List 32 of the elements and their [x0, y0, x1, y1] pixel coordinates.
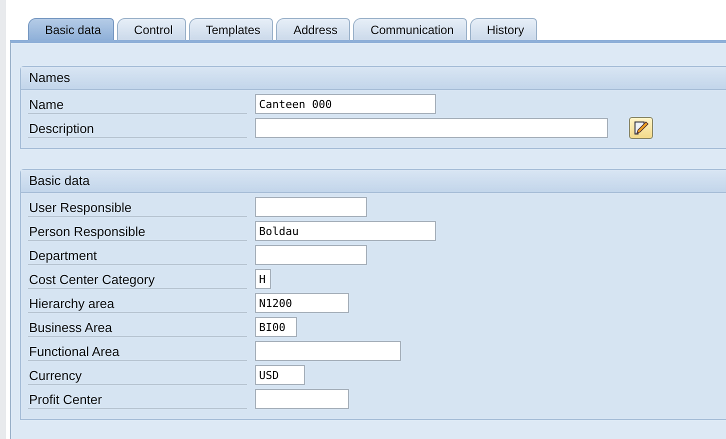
input-field[interactable]: Canteen 000	[255, 94, 436, 114]
field-label: Name	[28, 94, 247, 114]
field-label: User Responsible	[28, 198, 247, 216]
edit-button[interactable]	[629, 117, 653, 139]
field-label: Cost Center Category	[28, 270, 247, 288]
pencil-icon	[633, 120, 649, 136]
tab[interactable]: Communication	[353, 18, 467, 40]
field-label: Description	[28, 118, 247, 138]
group-title: Names	[21, 67, 726, 90]
field-label: Profit Center	[28, 390, 247, 408]
field-label: Department	[28, 246, 247, 264]
input-field[interactable]	[255, 341, 401, 361]
input-field[interactable]: BI00	[255, 317, 297, 337]
input-field[interactable]: Boldau	[255, 221, 436, 241]
tab[interactable]: Control	[117, 18, 186, 40]
tab[interactable]: History	[470, 18, 538, 40]
input-field[interactable]	[255, 389, 349, 409]
input-field[interactable]	[255, 118, 608, 138]
field-label: Currency	[28, 366, 247, 384]
field-label: Functional Area	[28, 342, 247, 360]
input-field[interactable]: USD	[255, 365, 305, 385]
group-title: Basic data	[21, 170, 726, 193]
tab[interactable]: Address	[276, 18, 350, 40]
input-field[interactable]: H	[255, 269, 271, 289]
input-field[interactable]: N1200	[255, 293, 349, 313]
input-field[interactable]	[255, 245, 367, 265]
field-label: Person Responsible	[28, 222, 247, 240]
tab[interactable]: Basic data	[28, 18, 114, 40]
field-label: Business Area	[28, 318, 247, 336]
tab[interactable]: Templates	[188, 18, 274, 40]
field-label: Hierarchy area	[28, 294, 247, 312]
input-field[interactable]	[255, 197, 367, 217]
